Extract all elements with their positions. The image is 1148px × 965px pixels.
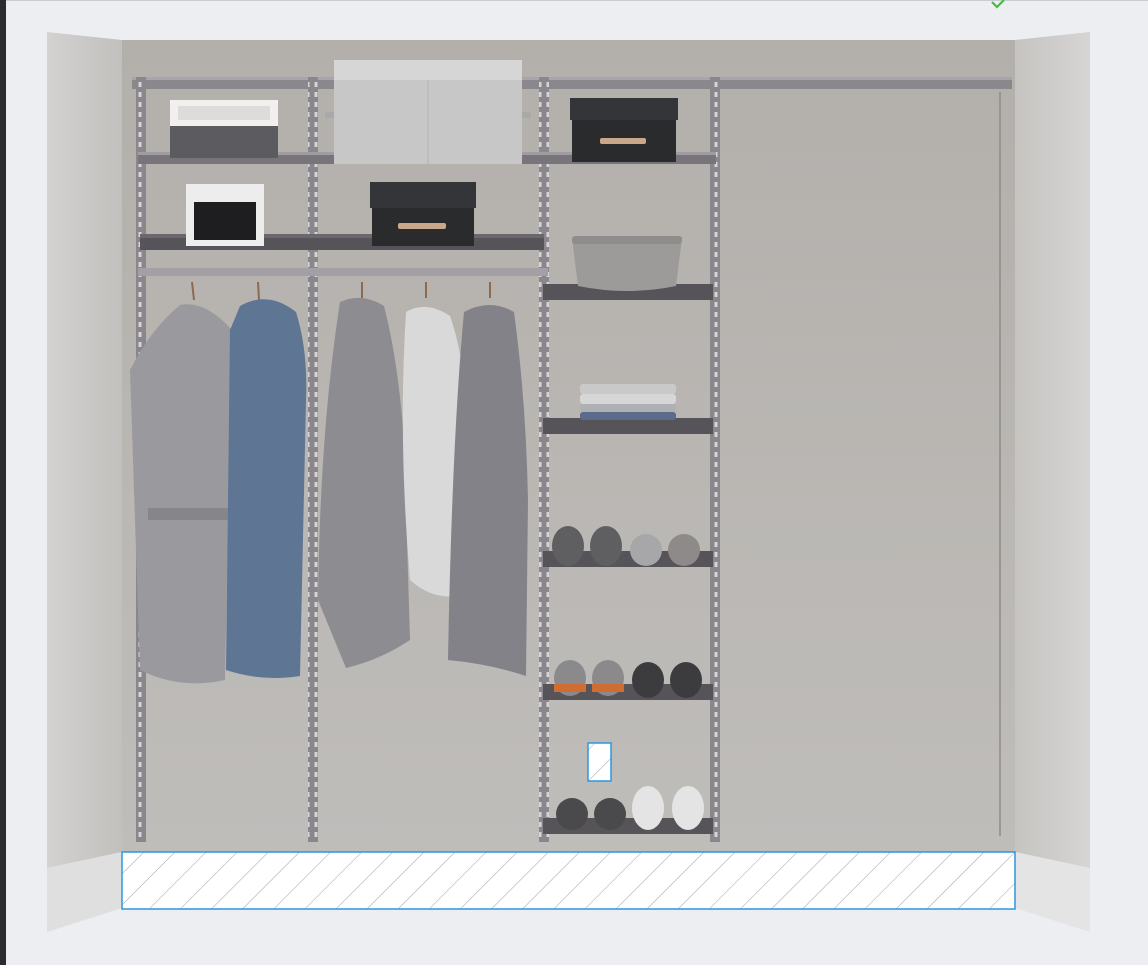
upright-4	[710, 77, 720, 842]
top-track-highlight	[132, 77, 1012, 80]
upright-3	[539, 77, 549, 842]
black-lidded-box[interactable]	[570, 98, 678, 162]
hanging-rail-left	[138, 268, 313, 276]
wicker-basket[interactable]	[170, 100, 278, 158]
floor-zone-selection[interactable]	[121, 851, 1016, 910]
black-lidded-box-2[interactable]	[370, 182, 476, 246]
closet-canvas[interactable]	[0, 0, 1148, 965]
folded-shirts[interactable]	[580, 384, 676, 420]
hanging-rail-middle	[313, 268, 548, 276]
large-storage-box[interactable]	[325, 60, 531, 164]
upright-2	[308, 77, 318, 842]
shelf-r2	[543, 418, 713, 434]
fabric-basket[interactable]	[572, 236, 682, 291]
white-open-bin[interactable]	[186, 184, 264, 246]
left-side-wall	[47, 32, 122, 868]
right-side-wall	[1015, 32, 1090, 868]
quilted-parka[interactable]	[226, 281, 307, 678]
hook-placeholder-selection[interactable]	[587, 742, 612, 782]
